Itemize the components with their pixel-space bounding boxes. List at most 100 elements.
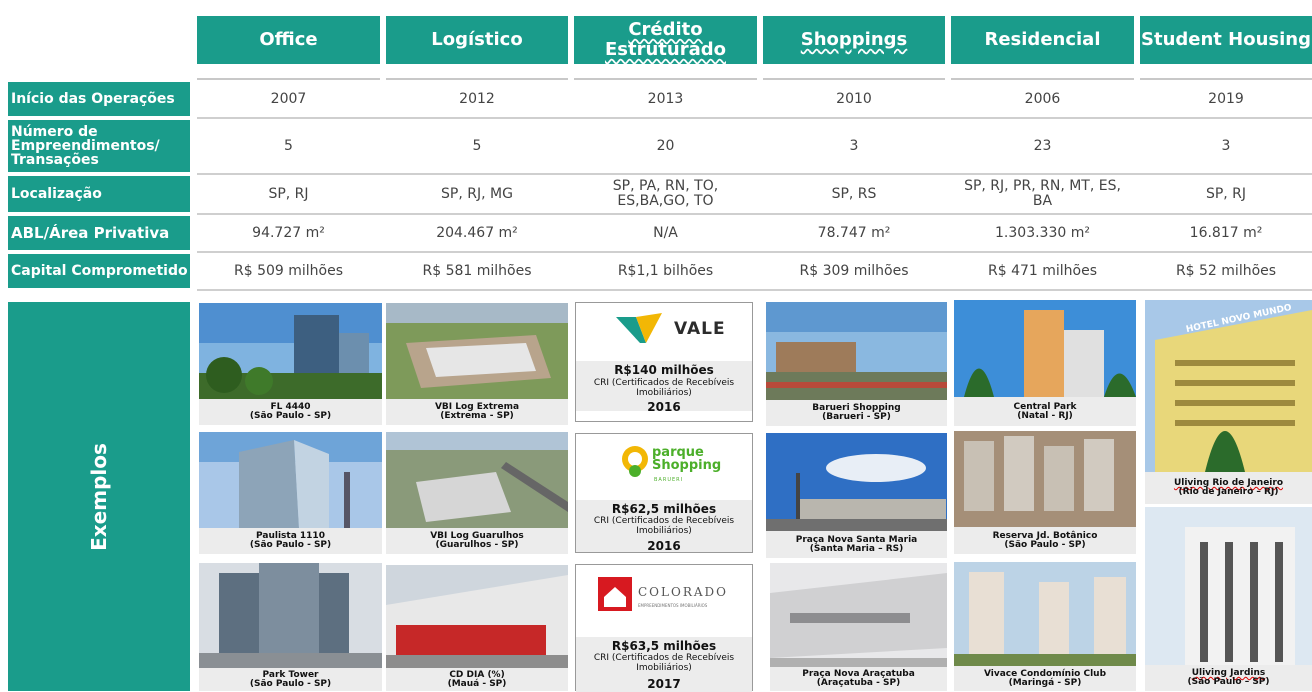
warehouse-highway-image: [386, 432, 568, 528]
student-housing-tower-image: [1145, 507, 1312, 665]
residential-complex-image: [954, 431, 1136, 527]
cell-abl-office: 94.727 m²: [252, 224, 325, 241]
cell-inicio-logistico: 2012: [459, 90, 495, 107]
card-year: 2017: [647, 677, 681, 691]
cell-numero-logistico: 5: [472, 137, 482, 154]
row-divider: [197, 289, 1312, 291]
cell-abl-shoppings: 78.747 m²: [817, 224, 891, 241]
cell-abl-residencial: 1.303.330 m²: [995, 224, 1090, 241]
caption-location: (São Paulo - SP): [249, 540, 332, 550]
caption-location: (São Paulo - SP): [249, 678, 332, 689]
row-label-inicio: Início das Operações: [8, 82, 190, 116]
cell-inicio-student: 2019: [1208, 90, 1244, 107]
cell-abl-logistico: 204.467 m²: [436, 224, 518, 241]
photo-uliving-rio: HOTEL NOVO MUNDO: [1145, 300, 1312, 472]
row-label-abl: ABL/Área Privativa: [8, 216, 190, 250]
card-amount: R$140 milhões: [614, 363, 714, 377]
parque-shopping-logo-icon: [622, 446, 648, 477]
warehouse-aerial-image: [386, 303, 568, 399]
caption-location: (Araçatuba - SP): [816, 678, 901, 688]
header-credito: Crédito Estruturado: [574, 16, 757, 64]
caption-vbi-log-extrema: VBI Log Extrema (Extrema - SP): [386, 399, 568, 425]
header-residencial: Residencial: [951, 16, 1134, 64]
colorado-logo: COLORADO EMPREENDIMENTOS IMOBILIÁRIOS: [598, 577, 738, 617]
photo-praca-nova-aracatuba: [770, 563, 947, 667]
caption-paulista-1110: Paulista 1110 (São Paulo - SP): [199, 528, 382, 554]
cell-localizacao-office: SP, RJ: [268, 185, 309, 202]
photo-park-tower: [199, 563, 382, 668]
cell-capital-student: R$ 52 milhões: [1175, 262, 1277, 279]
header-rule-student: [1140, 78, 1312, 80]
photo-vivace-condominio-club: [954, 562, 1136, 666]
row-divider: [197, 213, 1312, 215]
caption-uliving-rio: Uliving Rio de Janeiro (Rio de Janeiro –…: [1145, 472, 1312, 504]
card-parque-shopping-cri: parque Shopping BARUERI R$62,5 milhões C…: [575, 433, 753, 553]
header-student-housing: Student Housing: [1140, 16, 1312, 64]
examples-label-text: Exemplos: [87, 442, 111, 551]
park-tower-image: [199, 563, 382, 668]
cell-numero-student: 3: [1221, 137, 1231, 154]
cell-abl-credito: N/A: [653, 224, 678, 241]
header-rule-logistico: [386, 78, 568, 80]
cell-inicio-residencial: 2006: [1024, 90, 1061, 107]
caption-vbi-log-guarulhos: VBI Log Guarulhos (Guarulhos - SP): [386, 528, 568, 554]
caption-park-tower: Park Tower (São Paulo - SP): [199, 668, 382, 691]
card-year: 2016: [647, 400, 681, 414]
photo-fl-4440: [199, 303, 382, 399]
card-description: CRI (Certificados de Recebíveis Imobiliá…: [593, 653, 735, 673]
mall-sky-image: [766, 433, 947, 531]
card-description: CRI (Certificados de Recebíveis Imobiliá…: [593, 516, 735, 536]
caption-central-park: Central Park (Natal - RJ): [954, 397, 1136, 426]
caption-location: (Mauá - SP): [447, 678, 507, 689]
cell-capital-office: R$ 509 milhões: [233, 262, 344, 279]
row-label-numero: Número de Empreendimentos/ Transações: [8, 120, 190, 172]
photo-praca-nova-santa-maria: [766, 433, 947, 531]
photo-cd-dia: [386, 565, 568, 668]
caption-location: (Extrema - SP): [440, 411, 514, 421]
mall-facade-image: [770, 563, 947, 667]
photo-vbi-log-guarulhos: [386, 432, 568, 528]
cell-numero-office: 5: [284, 137, 293, 154]
caption-praca-nova-aracatuba: Praça Nova Araçatuba (Araçatuba - SP): [770, 667, 947, 691]
cell-capital-shoppings: R$ 309 milhões: [799, 262, 909, 279]
parque-shopping-logo-sub: BARUERI: [654, 477, 684, 483]
header-rule-office: [197, 78, 380, 80]
photo-reserva-jd-botanico: [954, 431, 1136, 527]
colorado-logo-text: COLORADO: [638, 585, 728, 599]
caption-barueri-shopping: Barueri Shopping (Barueri - SP): [766, 400, 947, 426]
caption-uliving-jardins: Uliving Jardins (São Paulo – SP): [1145, 665, 1312, 691]
header-logistico: Logístico: [386, 16, 568, 64]
card-year: 2016: [647, 539, 681, 553]
row-label-capital: Capital Comprometido: [8, 254, 190, 288]
caption-location: (Rio de Janeiro – RJ): [1178, 487, 1279, 497]
examples-label: Exemplos: [8, 302, 190, 691]
photo-barueri-shopping: [766, 302, 947, 400]
caption-praca-nova-santa-maria: Praça Nova Santa Maria (Santa Maria – RS…: [766, 531, 947, 558]
caption-reserva-jd-botanico: Reserva Jd. Botânico (São Paulo - SP): [954, 527, 1136, 554]
header-rule-shoppings: [763, 78, 945, 80]
card-amount: R$62,5 milhões: [611, 502, 717, 516]
cell-inicio-shoppings: 2010: [836, 90, 872, 107]
caption-location: (Barueri - SP): [822, 412, 891, 422]
colorado-logo-sub: EMPREENDIMENTOS IMOBILIÁRIOS: [638, 603, 708, 608]
header-office: Office: [197, 16, 380, 64]
distribution-center-image: [386, 565, 568, 668]
row-divider: [197, 251, 1312, 253]
card-description: CRI (Certificados de Recebíveis Imobiliá…: [593, 378, 735, 398]
glass-building-image: [199, 432, 382, 528]
caption-location: (Santa Maria – RS): [809, 543, 904, 554]
cell-capital-logistico: R$ 581 milhões: [422, 262, 532, 279]
row-divider: [197, 173, 1312, 175]
office-tower-image: [199, 303, 382, 399]
parque-shopping-logo-text: parque Shopping: [652, 445, 722, 473]
caption-location: (São Paulo – SP): [1187, 677, 1270, 687]
photo-vbi-log-extrema: [386, 303, 568, 399]
row-divider: [197, 117, 1312, 119]
cell-localizacao-student: SP, RJ: [1205, 185, 1247, 202]
photo-uliving-jardins: [1145, 507, 1312, 665]
caption-vivace-condominio-club: Vivace Condomínio Club (Maringá - SP): [954, 666, 1136, 691]
header-rule-credito: [574, 78, 757, 80]
vale-logo: VALE: [616, 309, 726, 349]
card-vale-cri: VALE R$140 milhões CRI (Certificados de …: [575, 302, 753, 422]
row-label-localizacao: Localização: [8, 176, 190, 212]
